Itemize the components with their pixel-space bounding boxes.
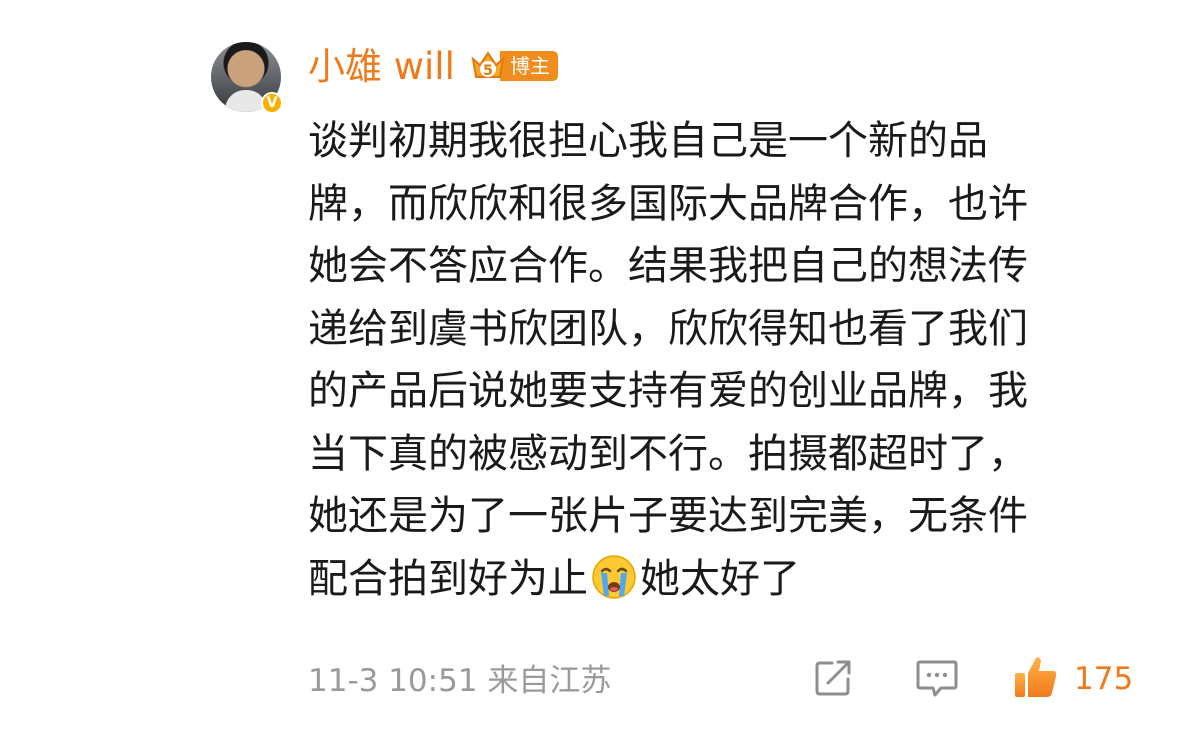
crown-level-icon: 5 bbox=[470, 49, 506, 83]
timestamp: 11-3 10:51 bbox=[308, 663, 478, 699]
comment-line: 当下真的被感动到不行。拍摄都超时了， bbox=[308, 430, 1028, 477]
comment-button[interactable] bbox=[914, 660, 960, 702]
like-button[interactable]: 175 bbox=[1012, 656, 1133, 702]
comment-text: 谈判初期我很担心我自己是一个新的品 牌，而欣欣和很多国际大品牌合作，也许 她会不… bbox=[308, 110, 1148, 610]
username[interactable]: 小雄 will bbox=[308, 44, 455, 90]
comment-line-last: 配合拍到好为止 她太好了 bbox=[308, 548, 1148, 611]
comment-line: 递给到虞书欣团队，欣欣得知也看了我们 bbox=[308, 305, 1028, 352]
comment-line: 的产品后说她要支持有爱的创业品牌，我 bbox=[308, 368, 1028, 414]
comment-fragment: 她太好了 bbox=[640, 555, 800, 602]
comment-fragment: 配合拍到好为止 bbox=[308, 555, 588, 602]
share-icon bbox=[814, 659, 854, 701]
verified-badge-icon: V bbox=[261, 92, 283, 114]
share-button[interactable] bbox=[812, 660, 856, 700]
comment-meta: 11-3 10:51 来自江苏 bbox=[308, 660, 611, 702]
thumbs-up-icon bbox=[1012, 654, 1060, 704]
crying-face-emoji-icon bbox=[591, 554, 637, 600]
comment-line: 她会不答应合作。结果我把自己的想法传 bbox=[308, 243, 1028, 289]
comment-line: 牌，而欣欣和很多国际大品牌合作，也许 bbox=[308, 180, 1028, 227]
like-count: 175 bbox=[1074, 661, 1134, 697]
comment-icon bbox=[915, 659, 959, 703]
avatar[interactable]: V bbox=[211, 42, 283, 114]
location: 来自江苏 bbox=[487, 663, 612, 699]
blogger-badge: 5 博主 bbox=[470, 50, 558, 82]
comment-line: 她还是为了一张片子要达到完美，无条件 bbox=[308, 493, 1028, 539]
level-number: 5 bbox=[483, 63, 493, 79]
comment-line: 谈判初期我很担心我自己是一个新的品 bbox=[308, 118, 988, 164]
blogger-badge-label: 博主 bbox=[500, 51, 558, 81]
